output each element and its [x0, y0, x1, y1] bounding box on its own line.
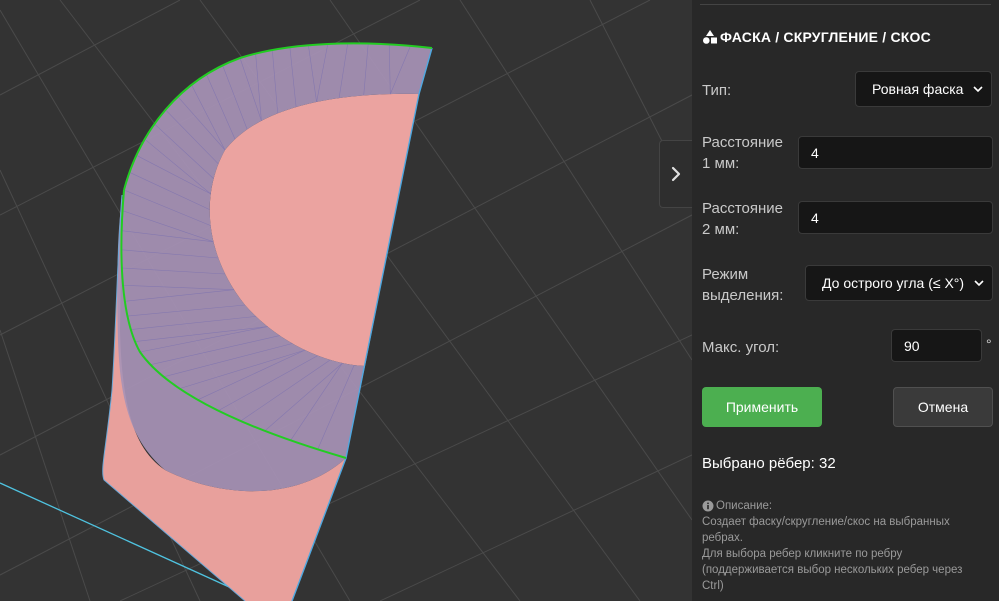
description-line: Создает фаску/скругление/скос на выбранн… — [702, 516, 950, 528]
type-select-value: Ровная фаска — [872, 81, 964, 97]
grid-line — [379, 454, 692, 601]
distance2-value: 4 — [811, 209, 819, 226]
max-angle-input[interactable]: 90 — [891, 329, 982, 362]
distance2-label-line2: 2 мм: — [702, 221, 740, 238]
description-line: (поддерживается выбор нескольких ребер ч… — [702, 564, 963, 576]
description-line: Ctrl) — [702, 580, 724, 592]
description-line: ребрах. — [702, 532, 743, 544]
description-block: Описание: Создает фаску/скругление/скос … — [702, 498, 992, 594]
panel-toggle-button[interactable] — [659, 140, 692, 208]
info-icon — [702, 500, 714, 512]
shapes-icon — [703, 30, 717, 44]
distance2-label-line1: Расстояние — [702, 200, 784, 217]
max-angle-value: 90 — [904, 337, 920, 354]
description-title: Описание: — [716, 500, 773, 512]
grid-line — [0, 0, 181, 96]
type-select[interactable]: Ровная фаска — [855, 71, 992, 107]
max-angle-label: Макс. угол: — [702, 339, 780, 356]
scene-svg[interactable] — [0, 0, 692, 601]
panel-header: ФАСКА / СКРУГЛЕНИЕ / СКОС — [702, 29, 931, 45]
selected-edges-count: Выбрано рёбер: 32 — [702, 455, 836, 472]
chamfer-panel: ФАСКА / СКРУГЛЕНИЕ / СКОС Тип: Ровная фа… — [692, 0, 999, 601]
cancel-button[interactable]: Отмена — [893, 387, 993, 427]
type-label: Тип: — [702, 82, 732, 99]
viewport-3d[interactable] — [0, 0, 692, 601]
panel-title: ФАСКА / СКРУГЛЕНИЕ / СКОС — [720, 29, 931, 45]
description-line: Для выбора ребер кликните по ребру — [702, 548, 903, 560]
distance1-label: Расстояние 1 мм: — [702, 132, 783, 174]
mode-label-line2: выделения: — [702, 287, 784, 304]
distance1-value: 4 — [811, 144, 819, 161]
mode-label-line1: Режим — [702, 266, 749, 283]
max-angle-unit: ° — [986, 336, 992, 352]
chevron-right-icon — [671, 166, 681, 182]
mode-label: Режим выделения: — [702, 264, 783, 306]
distance2-label: Расстояние 2 мм: — [702, 198, 783, 240]
distance1-label-line1: Расстояние — [702, 134, 784, 151]
distance1-label-line2: 1 мм: — [702, 155, 740, 172]
apply-button[interactable]: Применить — [702, 387, 822, 427]
mode-select-value: До острого угла (≤ X°) — [822, 275, 965, 291]
grid-line — [0, 329, 91, 601]
grid-line — [459, 0, 692, 361]
chevron-down-icon — [974, 280, 984, 287]
description-header: Описание: — [702, 498, 992, 514]
distance1-input[interactable]: 4 — [798, 136, 993, 169]
panel-divider — [700, 4, 991, 5]
mode-select[interactable]: До острого угла (≤ X°) — [805, 265, 993, 301]
distance2-input[interactable]: 4 — [798, 201, 993, 234]
chevron-down-icon — [973, 86, 983, 93]
